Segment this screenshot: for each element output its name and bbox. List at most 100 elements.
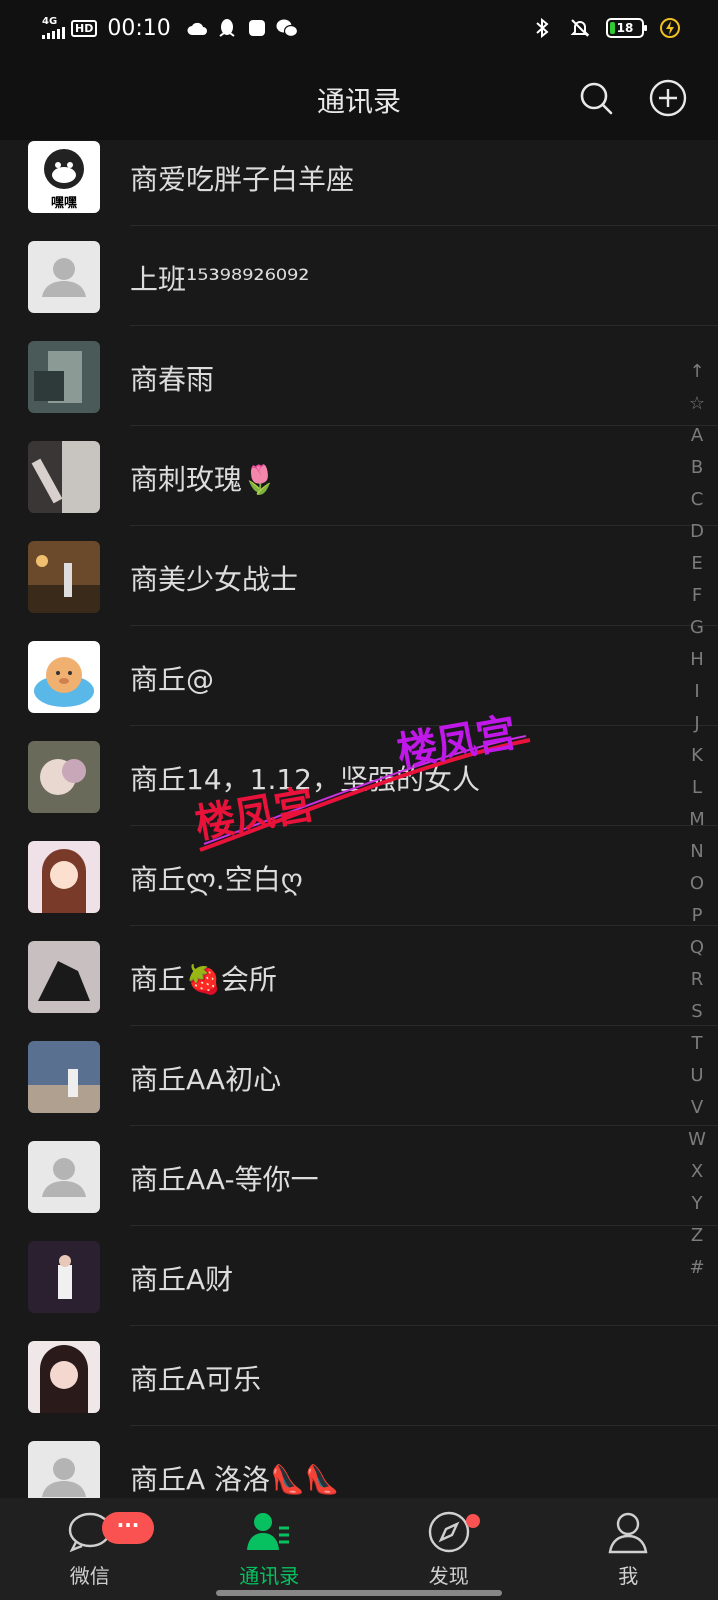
index-letter[interactable]: L xyxy=(682,772,712,804)
tab-discover[interactable]: 发现 xyxy=(359,1498,539,1600)
cloud-icon xyxy=(185,17,209,39)
tab-label: 通讯录 xyxy=(239,1564,300,1588)
index-letter[interactable]: R xyxy=(682,964,712,996)
index-letter[interactable]: U xyxy=(682,1060,712,1092)
alphabet-index-bar[interactable]: ↑ ☆ A B C D E F G H I J K L M N O P Q R S T U V W X Y Z # xyxy=(682,356,712,1284)
tab-me[interactable]: 我 xyxy=(539,1498,718,1600)
tab-label: 微信 xyxy=(69,1564,110,1588)
index-letter[interactable]: # xyxy=(682,1252,712,1284)
contact-row[interactable]: 商丘A财 xyxy=(0,1226,718,1326)
contact-name: 商丘A财 xyxy=(130,1263,234,1296)
index-letter[interactable]: V xyxy=(682,1092,712,1124)
index-letter[interactable]: N xyxy=(682,836,712,868)
default-avatar-icon xyxy=(28,1141,100,1213)
index-letter[interactable]: O xyxy=(682,868,712,900)
index-letter[interactable]: P xyxy=(682,900,712,932)
avatar xyxy=(28,1041,100,1113)
index-letter[interactable]: M xyxy=(682,804,712,836)
contact-row[interactable]: 商丘ლ.空白ღ xyxy=(0,826,718,926)
index-letter[interactable]: A xyxy=(682,420,712,452)
battery-icon: 18 xyxy=(606,18,647,38)
contact-list[interactable]: 嘿嘿 商爱吃胖子白羊座 上班¹⁵³⁹⁸⁹²⁶⁰⁹² 商春雨 商刺玫瑰🌷 商美少女… xyxy=(0,140,718,1498)
index-letter[interactable]: G xyxy=(682,612,712,644)
index-letter[interactable]: C xyxy=(682,484,712,516)
add-button[interactable] xyxy=(648,78,688,118)
index-letter[interactable]: ☆ xyxy=(682,388,712,420)
tab-chats[interactable]: 微信 ··· xyxy=(0,1498,180,1600)
avatar xyxy=(28,441,100,513)
contact-row[interactable]: 嘿嘿 商爱吃胖子白羊座 xyxy=(0,140,718,226)
contacts-icon xyxy=(245,1508,293,1556)
unread-badge: ··· xyxy=(102,1512,154,1544)
contact-row[interactable]: 商丘A 洛洛👠👠 xyxy=(0,1426,718,1498)
default-avatar-icon xyxy=(28,241,100,313)
discover-badge-dot xyxy=(466,1514,480,1528)
index-letter[interactable]: T xyxy=(682,1028,712,1060)
default-avatar-icon xyxy=(28,1441,100,1498)
home-indicator[interactable] xyxy=(216,1590,502,1596)
status-bar: 4G HD 00:10 18 xyxy=(0,0,718,56)
contact-row[interactable]: 商美少女战士 xyxy=(0,526,718,626)
index-letter[interactable]: B xyxy=(682,452,712,484)
index-letter[interactable]: D xyxy=(682,516,712,548)
contact-name: 商刺玫瑰🌷 xyxy=(130,463,277,496)
index-letter[interactable]: J xyxy=(682,708,712,740)
contact-row[interactable]: 商丘🍓会所 xyxy=(0,926,718,1026)
index-letter[interactable]: X xyxy=(682,1156,712,1188)
index-letter[interactable]: K xyxy=(682,740,712,772)
index-letter[interactable]: Q xyxy=(682,932,712,964)
avatar xyxy=(28,941,100,1013)
contact-row[interactable]: 商春雨 xyxy=(0,326,718,426)
contact-row[interactable]: 商丘AA-等你一 xyxy=(0,1126,718,1226)
avatar xyxy=(28,1241,100,1313)
contact-name: 商丘AA-等你一 xyxy=(130,1163,319,1196)
index-letter[interactable]: H xyxy=(682,644,712,676)
index-letter[interactable]: Y xyxy=(682,1188,712,1220)
avatar xyxy=(28,641,100,713)
wechat-icon xyxy=(275,17,299,39)
search-button[interactable] xyxy=(576,78,616,118)
contact-row[interactable]: 商刺玫瑰🌷 xyxy=(0,426,718,526)
hd-icon: HD xyxy=(71,19,98,37)
contact-row[interactable]: 商丘@ xyxy=(0,626,718,726)
network-type: 4G xyxy=(42,16,58,27)
index-letter[interactable]: E xyxy=(682,548,712,580)
contact-row[interactable]: 商丘A可乐 xyxy=(0,1326,718,1426)
compass-icon xyxy=(425,1508,473,1556)
index-letter[interactable]: W xyxy=(682,1124,712,1156)
index-letter[interactable]: S xyxy=(682,996,712,1028)
bottom-nav: 微信 ··· 通讯录 发现 我 xyxy=(0,1498,718,1600)
title-bar: 通讯录 xyxy=(0,56,718,140)
contact-name: 上班¹⁵³⁹⁸⁹²⁶⁰⁹² xyxy=(130,263,310,296)
mute-bell-icon xyxy=(568,17,592,39)
index-letter[interactable]: I xyxy=(682,676,712,708)
avatar xyxy=(28,841,100,913)
contact-name: 商美少女战士 xyxy=(130,563,299,596)
contact-name: 商春雨 xyxy=(130,363,215,396)
avatar xyxy=(28,341,100,413)
contact-name: 商丘@ xyxy=(130,663,215,696)
clock: 00:10 xyxy=(107,15,171,41)
tab-label: 发现 xyxy=(428,1564,469,1588)
qq-icon xyxy=(215,17,239,39)
battery-level: 18 xyxy=(616,21,634,35)
contact-name: 商丘A可乐 xyxy=(130,1363,262,1396)
avatar xyxy=(28,541,100,613)
contact-row[interactable]: 上班¹⁵³⁹⁸⁹²⁶⁰⁹² xyxy=(0,226,718,326)
contact-row[interactable]: 商丘AA初心 xyxy=(0,1026,718,1126)
profile-icon xyxy=(604,1508,652,1556)
app-notification-icon xyxy=(245,17,269,39)
avatar xyxy=(28,741,100,813)
contact-name: 商丘A 洛洛👠👠 xyxy=(130,1463,340,1496)
index-letter[interactable]: ↑ xyxy=(682,356,712,388)
tab-label: 我 xyxy=(618,1564,639,1588)
avatar xyxy=(28,1341,100,1413)
contact-row[interactable]: 商丘14，1.12，坚强的女人 xyxy=(0,726,718,826)
contact-name: 商丘14，1.12，坚强的女人 xyxy=(130,763,480,796)
cell-signal-icon: 4G xyxy=(42,17,65,39)
tab-contacts[interactable]: 通讯录 xyxy=(180,1498,360,1600)
index-letter[interactable]: F xyxy=(682,580,712,612)
index-letter[interactable]: Z xyxy=(682,1220,712,1252)
bluetooth-icon xyxy=(530,17,554,39)
contact-name: 商丘ლ.空白ღ xyxy=(130,863,303,896)
